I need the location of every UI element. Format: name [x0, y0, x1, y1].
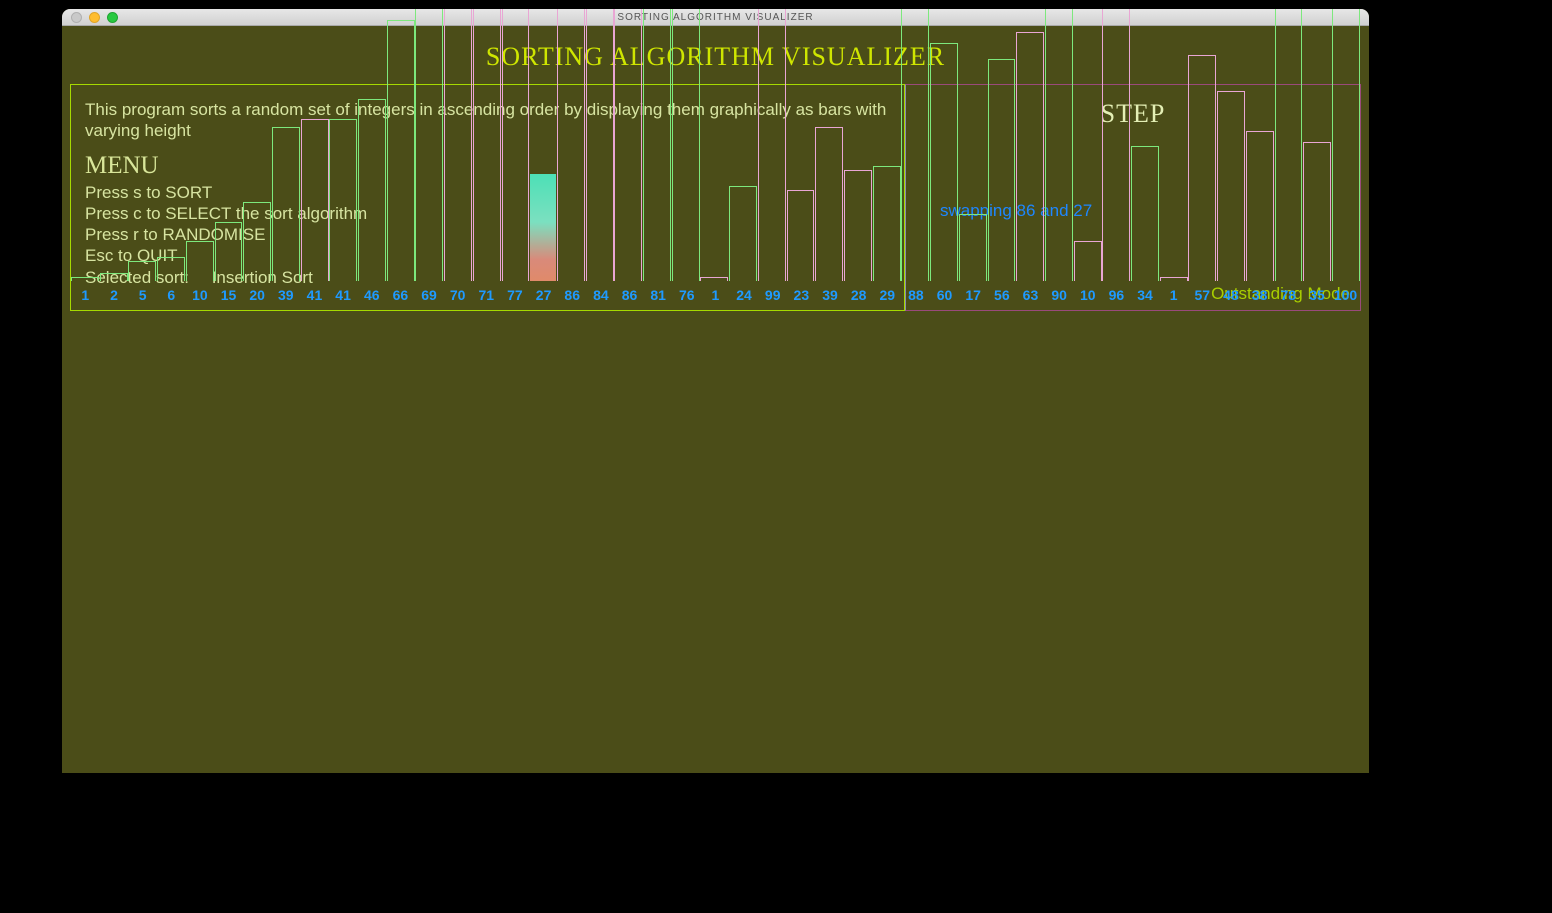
bar-label: 1: [71, 287, 100, 303]
bar-label: 27: [529, 287, 558, 303]
bar-label: 39: [816, 287, 845, 303]
bar: [272, 127, 300, 281]
bar-label: 48: [1217, 287, 1246, 303]
bar: [329, 119, 357, 281]
bar: [1188, 55, 1216, 281]
bar: [530, 174, 556, 281]
bar: [415, 9, 443, 281]
bar-label: 15: [214, 287, 243, 303]
bar: [1332, 9, 1360, 281]
bar: [186, 241, 214, 281]
bar-label: 17: [959, 287, 988, 303]
bar: [1131, 146, 1159, 281]
bar: [1016, 32, 1044, 281]
bar-label: 1: [701, 287, 730, 303]
bar-label: 1: [1159, 287, 1188, 303]
bar: [100, 273, 128, 281]
bar-label: 56: [988, 287, 1017, 303]
bar: [1074, 241, 1102, 281]
bar: [672, 9, 700, 281]
bar-label: 77: [501, 287, 530, 303]
bar: [71, 277, 99, 281]
bar: [643, 9, 671, 281]
bar: [1045, 9, 1073, 281]
bar-label: 81: [644, 287, 673, 303]
bar-label: 90: [1045, 287, 1074, 303]
bar: [844, 170, 872, 281]
bar-label: 88: [902, 287, 931, 303]
bar: [502, 9, 530, 281]
bar-label: 63: [1016, 287, 1045, 303]
bar-label: 41: [329, 287, 358, 303]
bar-label: 99: [758, 287, 787, 303]
bar: [815, 127, 843, 281]
bar: [901, 9, 929, 281]
bar: [128, 261, 156, 281]
bar-label: 10: [1073, 287, 1102, 303]
bar-label: 10: [186, 287, 215, 303]
bar-label: 78: [1274, 287, 1303, 303]
bar: [1246, 131, 1274, 281]
bar-label: 70: [443, 287, 472, 303]
bar-label: 66: [386, 287, 415, 303]
bar: [700, 277, 728, 281]
bar: [1217, 91, 1245, 281]
bar-label: 46: [357, 287, 386, 303]
bar-label: 20: [243, 287, 272, 303]
bar-label: 6: [157, 287, 186, 303]
bar: [787, 190, 815, 281]
bar-label: 57: [1188, 287, 1217, 303]
bar: [614, 9, 642, 281]
bar-label: 29: [873, 287, 902, 303]
bar: [557, 9, 585, 281]
bar-label: 76: [672, 287, 701, 303]
bar-label: 69: [415, 287, 444, 303]
app-window: SORTING ALGORITHM VISUALIZER SORTING ALG…: [62, 9, 1369, 773]
bar: [758, 9, 786, 281]
bar-label: 39: [271, 287, 300, 303]
bar-label: 86: [615, 287, 644, 303]
bar-label: 86: [558, 287, 587, 303]
bar-label: 35: [1303, 287, 1332, 303]
bar: [1102, 9, 1130, 281]
bar-labels: 1256101520394141466669707177278684868176…: [71, 287, 1360, 303]
bar-label: 96: [1102, 287, 1131, 303]
bar-label: 23: [787, 287, 816, 303]
bar-label: 24: [730, 287, 759, 303]
bar-label: 100: [1331, 287, 1360, 303]
bar-label: 28: [844, 287, 873, 303]
bar: [358, 99, 386, 281]
bars-container: [71, 9, 1360, 281]
bar: [157, 257, 185, 281]
bar-label: 41: [300, 287, 329, 303]
bar: [444, 9, 472, 281]
bar: [301, 119, 329, 281]
chart: 1256101520394141466669707177278684868176…: [71, 9, 1360, 303]
bar: [586, 9, 614, 281]
bar-label: 5: [128, 287, 157, 303]
bar: [473, 9, 501, 281]
bar-label: 34: [1131, 287, 1160, 303]
bar: [988, 59, 1016, 281]
bar-label: 71: [472, 287, 501, 303]
bar: [729, 186, 757, 281]
content: SORTING ALGORITHM VISUALIZER This progra…: [62, 26, 1369, 311]
bar-label: 2: [100, 287, 129, 303]
bar: [215, 222, 243, 281]
bar-label: 84: [587, 287, 616, 303]
bar: [930, 43, 958, 281]
bar: [1160, 277, 1188, 281]
bar-label: 60: [930, 287, 959, 303]
bar-label: 38: [1245, 287, 1274, 303]
bar: [959, 214, 987, 281]
bar: [1275, 9, 1303, 281]
bar: [1303, 142, 1331, 281]
bar: [873, 166, 901, 281]
bar: [243, 202, 271, 281]
bar: [387, 20, 415, 281]
